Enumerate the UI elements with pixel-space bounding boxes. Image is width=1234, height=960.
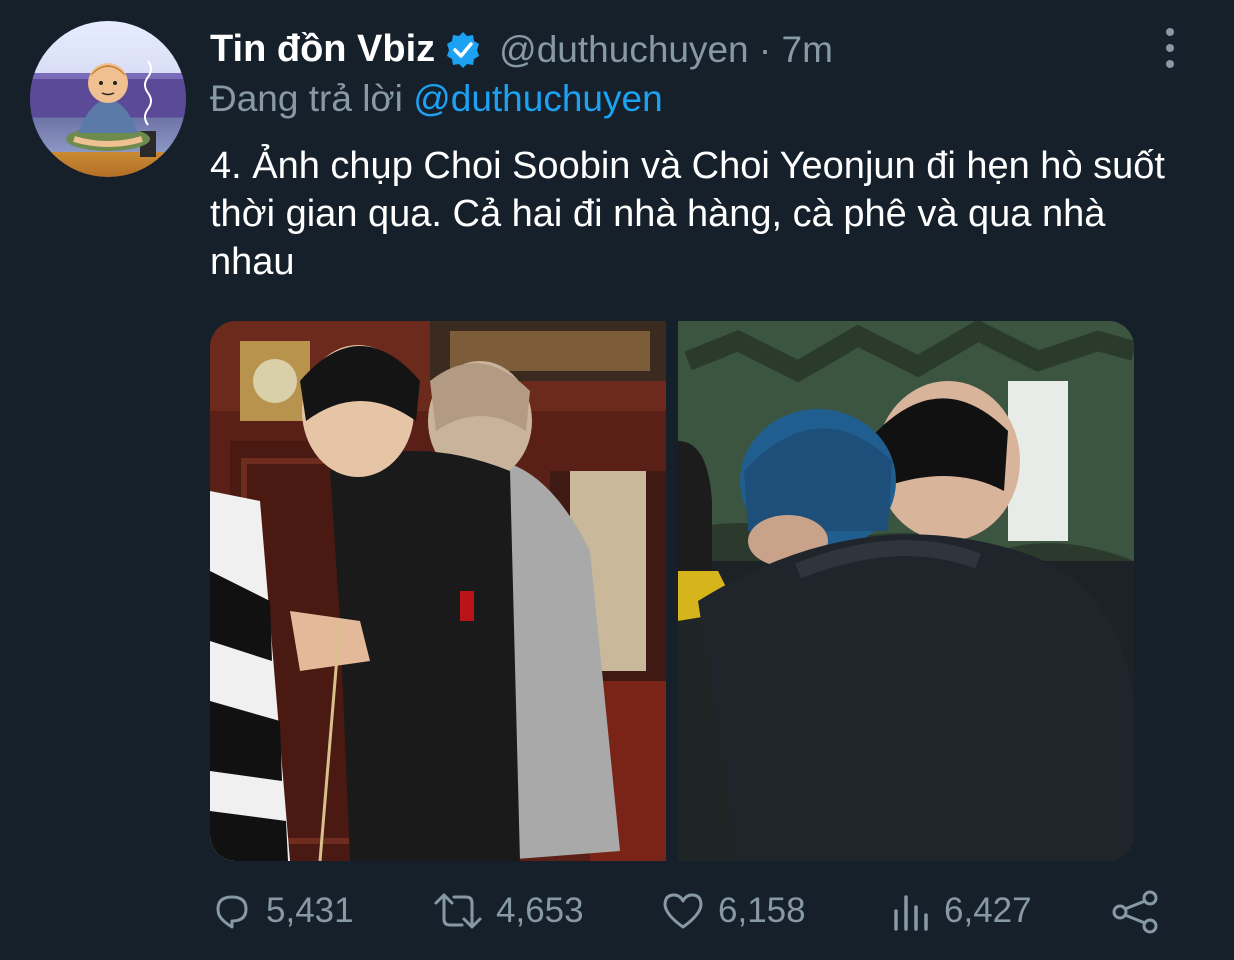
retweet-count: 4,653 (496, 891, 584, 930)
retweet-button[interactable]: 4,653 (432, 884, 584, 938)
heart-icon (663, 893, 703, 929)
tweet-actions: 5,431 4,653 6,158 6,427 (210, 884, 1170, 938)
replying-to: Đang trả lời @duthuchuyen (210, 78, 663, 120)
reply-count: 5,431 (266, 891, 354, 930)
more-dot (1166, 44, 1174, 52)
handle-and-time: @duthuchuyen · 7m (499, 29, 833, 71)
verified-badge-icon (443, 30, 483, 70)
tweet-media[interactable] (210, 321, 1134, 861)
photo-2[interactable] (678, 321, 1134, 861)
views-button[interactable]: 6,427 (888, 884, 1032, 938)
tweet-text: 4. Ảnh chụp Choi Soobin và Choi Yeonjun … (210, 145, 1165, 283)
share-button[interactable] (1110, 884, 1172, 938)
like-count: 6,158 (718, 891, 806, 930)
retweet-icon (434, 893, 482, 929)
avatar[interactable] (30, 21, 186, 177)
view-count: 6,427 (944, 891, 1032, 930)
like-button[interactable]: 6,158 (660, 884, 806, 938)
timestamp[interactable]: 7m (782, 29, 833, 70)
replying-prefix: Đang trả lời (210, 78, 403, 119)
more-vertical-icon[interactable] (1158, 28, 1182, 68)
handle[interactable]: @duthuchuyen (499, 29, 748, 70)
reply-button[interactable]: 5,431 (210, 884, 354, 938)
more-dot (1166, 28, 1174, 36)
bar-chart-icon (894, 895, 928, 931)
photo-1[interactable] (210, 321, 666, 861)
separator: · (758, 28, 772, 70)
more-dot (1166, 60, 1174, 68)
tweet-header: Tin đồn Vbiz @duthuchuyen · 7m (210, 28, 833, 71)
share-icon (1112, 890, 1158, 934)
tweet[interactable]: Tin đồn Vbiz @duthuchuyen · 7m Đang trả … (0, 0, 1234, 960)
comment-icon (216, 895, 248, 929)
display-name[interactable]: Tin đồn Vbiz (210, 28, 435, 71)
replying-mention[interactable]: @duthuchuyen (413, 78, 662, 119)
